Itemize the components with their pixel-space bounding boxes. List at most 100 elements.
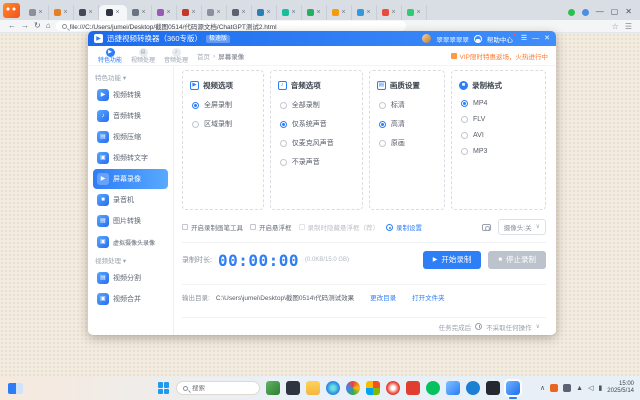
tab-close-icon[interactable]: × bbox=[316, 9, 320, 16]
tab-close-icon[interactable]: × bbox=[191, 9, 195, 16]
camera-select[interactable]: 摄像头:关 ∨ bbox=[498, 219, 546, 235]
tab-video-processing[interactable]: ▤ 视频处理 bbox=[131, 48, 155, 64]
checkbox-icon[interactable] bbox=[182, 224, 188, 230]
wps-icon[interactable] bbox=[406, 381, 420, 395]
browser-tab[interactable]: × bbox=[302, 5, 327, 20]
browser-tab[interactable]: × bbox=[24, 5, 49, 20]
radio-selected-icon[interactable] bbox=[192, 102, 199, 109]
start-button[interactable] bbox=[158, 382, 170, 394]
app-minimize-icon[interactable]: — bbox=[532, 35, 539, 42]
help-center-link[interactable]: 帮助中心 bbox=[487, 34, 516, 44]
bookmark-star-icon[interactable]: ☆ bbox=[612, 22, 619, 31]
sidebar-section-featured[interactable]: 特色功能 ▾ bbox=[95, 72, 166, 82]
tray-up-icon[interactable]: ∧ bbox=[540, 385, 545, 392]
radio-icon[interactable] bbox=[379, 140, 386, 147]
radio-icon[interactable] bbox=[379, 102, 386, 109]
taskbar-search[interactable] bbox=[176, 381, 260, 395]
radio-icon[interactable] bbox=[280, 159, 287, 166]
radio-icon[interactable] bbox=[192, 121, 199, 128]
browser-tab[interactable]: × bbox=[252, 5, 277, 20]
extension-icon[interactable] bbox=[568, 9, 575, 16]
browser-tab[interactable]: × bbox=[127, 5, 152, 20]
tab-close-icon[interactable]: × bbox=[88, 9, 92, 16]
vip-banner[interactable]: VIP限时特惠返场，火热进行中 bbox=[451, 51, 548, 61]
headset-icon[interactable] bbox=[474, 35, 482, 43]
radio-record-all-audio[interactable]: 全部录制 bbox=[280, 100, 355, 110]
radio-icon[interactable] bbox=[461, 132, 468, 139]
tab-close-icon[interactable]: × bbox=[241, 9, 245, 16]
radio-selected-icon[interactable] bbox=[461, 100, 468, 107]
browser-tab[interactable]: × bbox=[177, 5, 202, 20]
radio-high-quality[interactable]: 高清 bbox=[379, 119, 437, 129]
browser-tab[interactable]: × bbox=[74, 5, 99, 20]
tab-close-icon[interactable]: × bbox=[216, 9, 220, 16]
radio-standard-quality[interactable]: 标清 bbox=[379, 100, 437, 110]
store-icon[interactable] bbox=[366, 381, 380, 395]
edge-icon[interactable] bbox=[326, 381, 340, 395]
forward-icon[interactable]: → bbox=[21, 22, 29, 30]
terminal-icon[interactable] bbox=[486, 381, 500, 395]
url-field[interactable]: file:///C:/Users/jumei/Desktop/截图0514/代码… bbox=[56, 21, 406, 31]
radio-format-flv[interactable]: FLV bbox=[461, 116, 538, 123]
user-name[interactable]: 翠翠翠翠翠 bbox=[436, 34, 469, 44]
browser-menu-icon[interactable]: ☰ bbox=[625, 22, 632, 31]
taskbar-search-input[interactable] bbox=[192, 385, 242, 392]
radio-icon[interactable] bbox=[461, 148, 468, 155]
window-maximize-icon[interactable]: ▢ bbox=[611, 8, 619, 16]
sidebar-item-screen-record[interactable]: ▶ 屏幕录像 bbox=[93, 169, 168, 189]
record-settings-link[interactable]: 录制设置 bbox=[386, 222, 422, 232]
sidebar-item-audio-convert[interactable]: ♪ 音频转换 bbox=[93, 106, 168, 126]
widgets-icon[interactable] bbox=[8, 383, 23, 394]
radio-format-mp3[interactable]: MP3 bbox=[461, 148, 538, 155]
stop-record-button[interactable]: ■ 停止录制 bbox=[488, 251, 546, 269]
checkbox-floating-bar[interactable]: 开启悬浮框 bbox=[250, 222, 292, 232]
sidebar-item-video-compress[interactable]: ▤ 视频压缩 bbox=[93, 127, 168, 147]
radio-region-record[interactable]: 区域录制 bbox=[192, 119, 256, 129]
window-close-icon[interactable]: ✕ bbox=[625, 8, 632, 16]
network-icon[interactable]: ▲ bbox=[576, 385, 583, 392]
sidebar-item-video-merge[interactable]: ▣ 视频合并 bbox=[93, 289, 168, 309]
chrome-icon[interactable] bbox=[346, 381, 360, 395]
browser-360-logo-icon[interactable] bbox=[3, 3, 20, 18]
sidebar-item-image-convert[interactable]: ▤ 图片转换 bbox=[93, 211, 168, 231]
taskbar-clock[interactable]: 15:00 2025/5/14 bbox=[607, 381, 634, 395]
tab-close-icon[interactable]: × bbox=[366, 9, 370, 16]
record-settings-label[interactable]: 录制设置 bbox=[396, 222, 422, 232]
home-icon[interactable]: ⌂ bbox=[46, 22, 51, 30]
battery-icon[interactable]: ▮ bbox=[598, 385, 602, 392]
browser-360-taskbar-icon[interactable] bbox=[506, 381, 520, 395]
tab-close-icon[interactable]: × bbox=[115, 9, 119, 16]
url-text[interactable]: file:///C:/Users/jumei/Desktop/截图0514/代码… bbox=[70, 21, 277, 31]
browser-tab[interactable]: × bbox=[352, 5, 377, 20]
tab-close-icon[interactable]: × bbox=[63, 9, 67, 16]
radio-original-quality[interactable]: 原画 bbox=[379, 138, 437, 148]
radio-system-sound-only[interactable]: 仅系统声音 bbox=[280, 119, 355, 129]
skype-icon[interactable] bbox=[466, 381, 480, 395]
sidebar-item-video-to-text[interactable]: ▣ 视频转文字 bbox=[93, 148, 168, 168]
chevron-down-icon[interactable]: ∨ bbox=[536, 324, 540, 330]
browser-tab[interactable]: × bbox=[152, 5, 177, 20]
tab-close-icon[interactable]: × bbox=[266, 9, 270, 16]
tray-app-icon[interactable] bbox=[550, 384, 558, 392]
sidebar-item-video-split[interactable]: ▤ 视频分割 bbox=[93, 268, 168, 288]
sidebar-item-video-convert[interactable]: ▶ 视频转换 bbox=[93, 85, 168, 105]
open-folder-link[interactable]: 打开文件夹 bbox=[412, 292, 445, 302]
tab-close-icon[interactable]: × bbox=[341, 9, 345, 16]
back-icon[interactable]: ← bbox=[8, 22, 16, 30]
wechat-icon[interactable] bbox=[426, 381, 440, 395]
radio-mic-only[interactable]: 仅麦克风声音 bbox=[280, 138, 355, 148]
checkbox-brush-tool[interactable]: 开启录制画笔工具 bbox=[182, 222, 243, 232]
change-directory-link[interactable]: 更改目录 bbox=[370, 292, 396, 302]
radio-format-mp4[interactable]: MP4 bbox=[461, 100, 538, 107]
checkbox-icon[interactable] bbox=[250, 224, 256, 230]
radio-format-avi[interactable]: AVI bbox=[461, 132, 538, 139]
tab-featured[interactable]: ▶ 特色功能 bbox=[98, 48, 122, 64]
after-task-value[interactable]: 不采取任何操作 bbox=[486, 322, 532, 332]
tray-app-icon[interactable] bbox=[563, 384, 571, 392]
tab-close-icon[interactable]: × bbox=[291, 9, 295, 16]
extension-icon[interactable] bbox=[582, 9, 589, 16]
avatar[interactable] bbox=[422, 34, 431, 43]
tab-close-icon[interactable]: × bbox=[416, 9, 420, 16]
radio-icon[interactable] bbox=[461, 116, 468, 123]
browser-tab[interactable]: × bbox=[327, 5, 352, 20]
